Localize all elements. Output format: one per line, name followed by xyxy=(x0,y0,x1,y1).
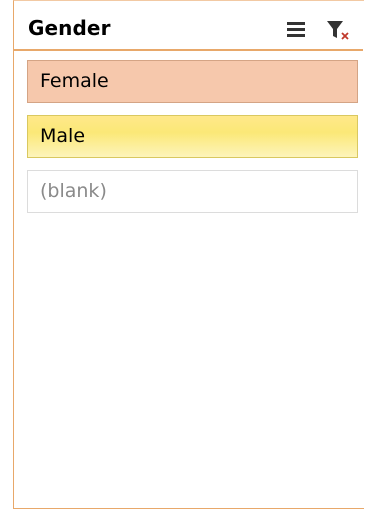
slicer-item-blank[interactable]: (blank) xyxy=(27,170,358,213)
slicer-item-male[interactable]: Male xyxy=(27,115,358,158)
slicer-title: Gender xyxy=(28,16,111,40)
gender-slicer: Gender Female Male (blank) xyxy=(13,0,364,509)
multi-select-icon[interactable] xyxy=(286,21,306,39)
slicer-item-female[interactable]: Female xyxy=(27,60,358,103)
clear-filter-icon[interactable] xyxy=(326,19,350,41)
slicer-header: Gender xyxy=(14,1,363,51)
